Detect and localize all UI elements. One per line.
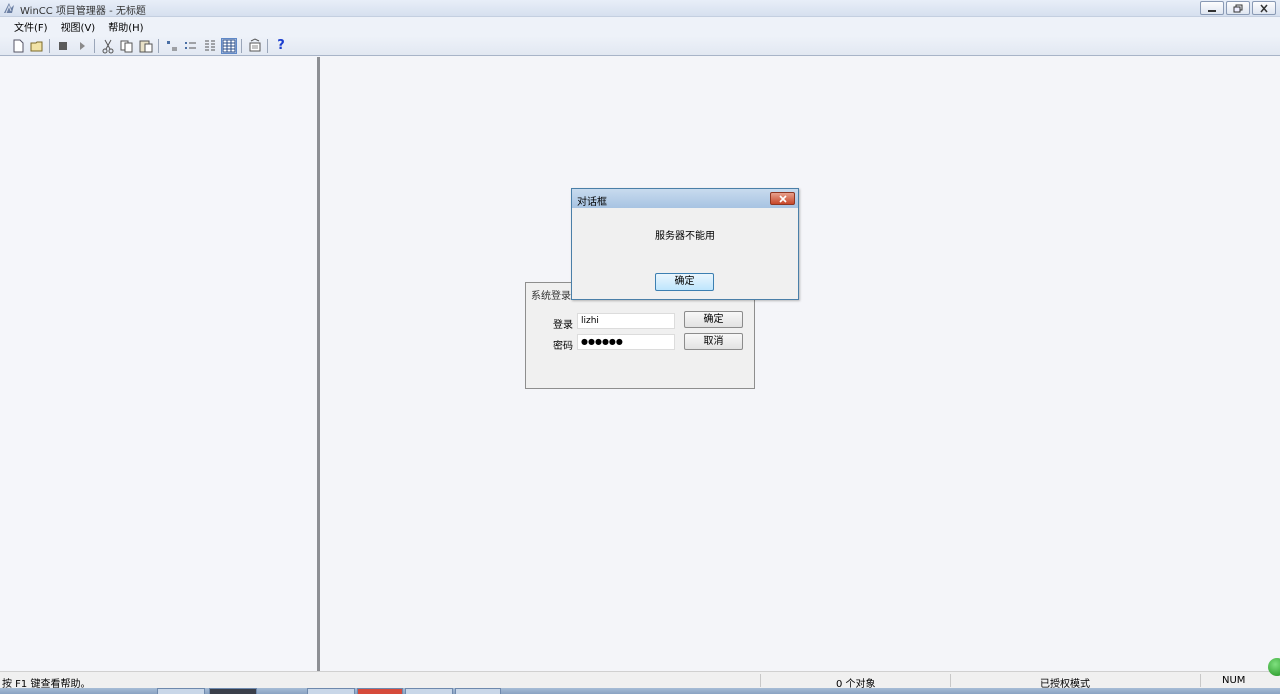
minimize-button[interactable] bbox=[1200, 1, 1224, 15]
password-label: 密码 bbox=[553, 341, 573, 352]
status-num-indicator: NUM bbox=[1222, 675, 1246, 686]
window-title: WinCC 项目管理器 - 无标题 bbox=[20, 6, 146, 17]
login-cancel-button[interactable]: 取消 bbox=[684, 333, 743, 350]
message-dialog: 对话框 服务器不能用 确定 bbox=[571, 188, 799, 300]
toolbar-separator bbox=[158, 39, 159, 53]
small-icons-icon[interactable] bbox=[183, 38, 199, 54]
open-icon[interactable] bbox=[29, 38, 45, 54]
toolbar: ? bbox=[0, 36, 1280, 56]
list-icon[interactable] bbox=[202, 38, 218, 54]
taskbar-button[interactable] bbox=[455, 688, 501, 694]
taskbar-button[interactable] bbox=[307, 688, 355, 694]
message-ok-button[interactable]: 确定 bbox=[655, 273, 714, 291]
details-icon[interactable] bbox=[221, 38, 237, 54]
run-icon[interactable] bbox=[74, 38, 90, 54]
menu-bar: 文件(F) 视图(V) 帮助(H) bbox=[0, 17, 1280, 36]
login-dialog-title: 系统登录 bbox=[531, 291, 571, 302]
content-pane[interactable] bbox=[323, 57, 1280, 671]
message-text: 服务器不能用 bbox=[655, 231, 715, 242]
toolbar-separator bbox=[94, 39, 95, 53]
taskbar bbox=[0, 688, 1280, 694]
status-bar: 按 F1 键查看帮助。 0 个对象 已授权模式 NUM bbox=[0, 671, 1280, 690]
cut-icon[interactable] bbox=[100, 38, 116, 54]
message-dialog-title: 对话框 bbox=[577, 197, 607, 208]
navigation-pane[interactable] bbox=[0, 57, 320, 671]
status-separator bbox=[1200, 674, 1201, 687]
status-separator bbox=[760, 674, 761, 687]
taskbar-button[interactable] bbox=[357, 688, 403, 694]
wincc-app-icon bbox=[3, 2, 15, 14]
menu-help[interactable]: 帮助(H) bbox=[108, 19, 143, 34]
paste-icon[interactable] bbox=[138, 38, 154, 54]
toolbar-separator bbox=[267, 39, 268, 53]
large-icons-icon[interactable] bbox=[164, 38, 180, 54]
login-label: 登录 bbox=[553, 320, 573, 331]
menu-view[interactable]: 视图(V) bbox=[61, 19, 96, 34]
login-input[interactable] bbox=[577, 313, 675, 329]
toolbar-separator bbox=[49, 39, 50, 53]
stop-icon[interactable] bbox=[55, 38, 71, 54]
help-icon[interactable]: ? bbox=[273, 38, 289, 54]
message-dialog-titlebar: 对话框 bbox=[572, 189, 798, 208]
status-separator bbox=[950, 674, 951, 687]
login-ok-button[interactable]: 确定 bbox=[684, 311, 743, 328]
close-window-button[interactable] bbox=[1252, 1, 1276, 15]
toolbar-separator bbox=[241, 39, 242, 53]
message-close-button[interactable] bbox=[770, 192, 795, 205]
password-input[interactable]: ●●●●●● bbox=[577, 334, 675, 350]
status-orb-icon bbox=[1268, 658, 1280, 676]
properties-icon[interactable] bbox=[247, 38, 263, 54]
minimize-icon bbox=[1208, 10, 1216, 12]
close-icon bbox=[1260, 4, 1268, 13]
menu-file[interactable]: 文件(F) bbox=[14, 19, 48, 34]
close-icon bbox=[779, 195, 787, 203]
title-bar: WinCC 项目管理器 - 无标题 bbox=[0, 0, 1280, 17]
taskbar-button[interactable] bbox=[405, 688, 453, 694]
new-icon[interactable] bbox=[10, 38, 26, 54]
copy-icon[interactable] bbox=[119, 38, 135, 54]
restore-button[interactable] bbox=[1226, 1, 1250, 15]
taskbar-button[interactable] bbox=[209, 688, 257, 694]
taskbar-button[interactable] bbox=[157, 688, 205, 694]
restore-icon bbox=[1233, 4, 1243, 13]
